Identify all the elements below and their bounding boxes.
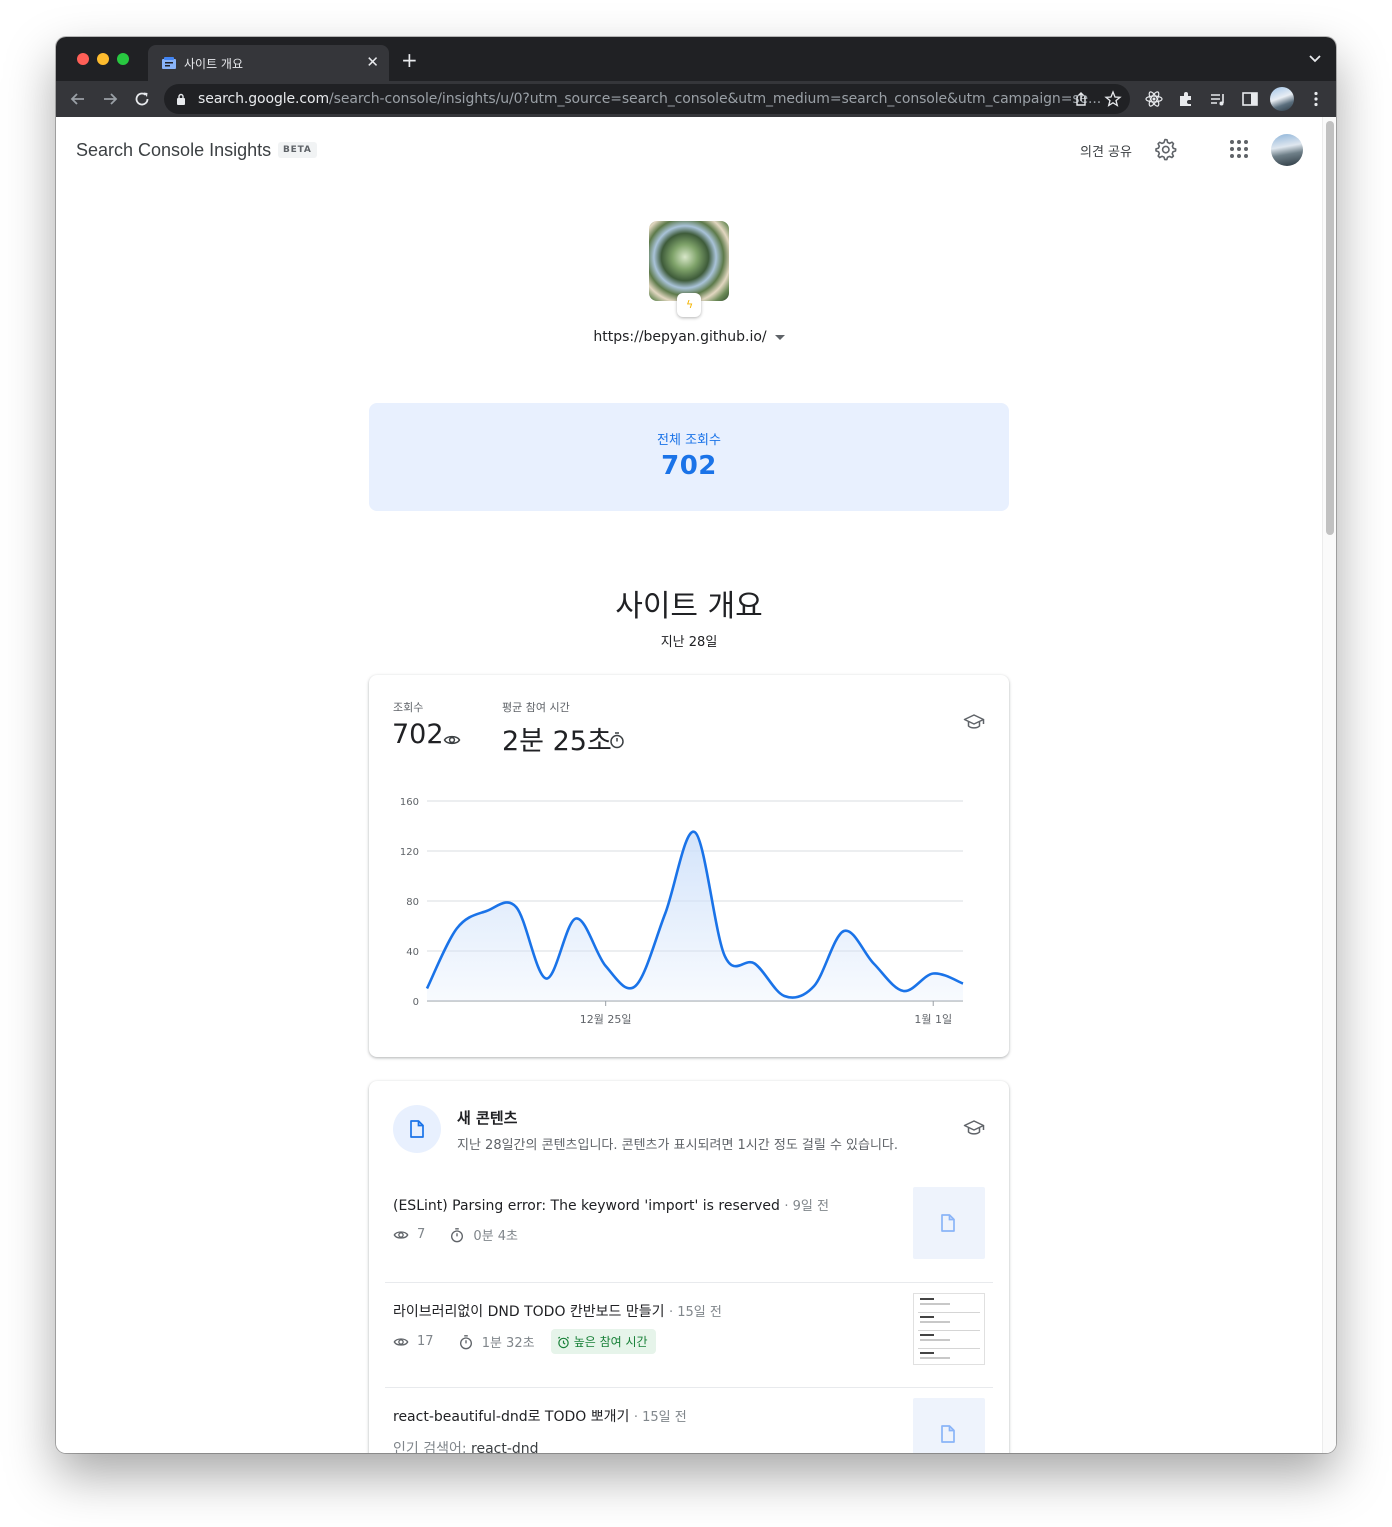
lightning-icon: ϟ — [686, 298, 694, 311]
high-engagement-badge: 높은 참여 시간 — [550, 1329, 656, 1354]
content-item[interactable]: (ESLint) Parsing error: The keyword 'imp… — [385, 1177, 993, 1282]
eye-icon — [393, 1230, 409, 1239]
url-text[interactable]: search.google.com/search-console/insight… — [198, 91, 1101, 107]
tab-search-chevron-icon[interactable] — [1308, 53, 1322, 63]
y-tick-label: 80 — [406, 897, 419, 908]
close-tab-icon[interactable]: ✕ — [366, 53, 379, 71]
document-icon — [941, 1425, 955, 1443]
total-views-value: 702 — [661, 451, 717, 481]
react-devtools-extension-icon[interactable] — [1144, 89, 1164, 109]
content-thumbnail-placeholder[interactable] — [913, 1398, 985, 1453]
tab-title: 사이트 개요 — [184, 57, 244, 71]
dropdown-arrow-icon[interactable] — [774, 334, 785, 340]
engagement-time: 0분 4초 — [473, 1229, 519, 1244]
browser-menu-icon[interactable] — [1306, 89, 1326, 109]
document-icon — [941, 1214, 955, 1232]
alarm-clock-icon — [557, 1336, 569, 1349]
gear-icon[interactable] — [1153, 137, 1177, 161]
x-tick-label: 12월 25일 — [580, 1012, 632, 1026]
minimize-window-button[interactable] — [97, 53, 109, 65]
scrollbar-thumb[interactable] — [1326, 121, 1334, 535]
bookmark-star-icon[interactable] — [1104, 90, 1122, 108]
tab-strip: 사이트 개요 ✕ + — [56, 37, 1336, 81]
views-count: 7 — [417, 1227, 426, 1242]
forward-arrow-icon[interactable] — [99, 88, 121, 110]
timer-icon — [459, 1334, 472, 1349]
content-item-stats: 7 0분 4초 — [393, 1225, 538, 1247]
overview-card: 조회수 702 평균 참여 시간 2분 25초 160 120 80 40 0 12월 2… — [369, 675, 1009, 1057]
maximize-window-button[interactable] — [117, 53, 129, 65]
browser-tab[interactable]: 사이트 개요 ✕ — [148, 45, 389, 81]
profile-avatar[interactable] — [1270, 87, 1294, 111]
site-selector[interactable]: https://bepyan.github.io/ — [56, 329, 1322, 345]
site-thumbnail — [649, 221, 729, 301]
feedback-button[interactable]: 의견 공유 — [1080, 141, 1132, 160]
content-item[interactable]: 라이브러리없이 DND TODO 칸반보드 만들기 · 15일 전 17 1분 … — [385, 1282, 993, 1387]
side-panel-icon[interactable] — [1240, 89, 1260, 109]
content-item[interactable]: react-beautiful-dnd로 TODO 뽀개기 · 15일 전 인기… — [385, 1387, 993, 1453]
close-window-button[interactable] — [77, 53, 89, 65]
browser-toolbar: search.google.com/search-console/insight… — [56, 81, 1336, 117]
account-avatar[interactable] — [1271, 134, 1303, 166]
reload-icon[interactable] — [131, 88, 153, 110]
content-item-title[interactable]: (ESLint) Parsing error: The keyword 'imp… — [393, 1195, 829, 1214]
new-content-title: 새 콘텐츠 — [457, 1109, 518, 1127]
document-icon — [410, 1120, 424, 1138]
engagement-time: 1분 32초 — [481, 1336, 535, 1351]
address-bar[interactable]: search.google.com/search-console/insight… — [164, 84, 1130, 114]
extensions-puzzle-icon[interactable] — [1176, 89, 1196, 109]
lock-icon[interactable] — [176, 93, 186, 105]
new-content-description: 지난 28일간의 콘텐츠입니다. 콘텐츠가 표시되려면 1시간 정도 걸릴 수 … — [457, 1138, 899, 1153]
content-item-title[interactable]: react-beautiful-dnd로 TODO 뽀개기 · 15일 전 — [393, 1406, 687, 1426]
content-section-icon — [393, 1105, 441, 1153]
views-chart: 160 120 80 40 0 12월 25일 1월 1일 — [400, 797, 964, 1026]
y-tick-label: 120 — [400, 847, 419, 858]
browser-window: 사이트 개요 ✕ + search.google.com/search-cons… — [56, 37, 1336, 1453]
views-count: 17 — [417, 1334, 434, 1349]
media-controls-icon[interactable] — [1208, 89, 1228, 109]
search-console-favicon-icon — [162, 57, 176, 69]
apps-grid-icon[interactable] — [1227, 137, 1251, 161]
share-icon[interactable] — [1072, 90, 1090, 108]
new-content-card: 새 콘텐츠 지난 28일간의 콘텐츠입니다. 콘텐츠가 표시되려면 1시간 정도… — [369, 1081, 1009, 1453]
page-scrollbar[interactable] — [1322, 117, 1336, 1453]
total-views-label: 전체 조회수 — [657, 433, 721, 448]
content-thumbnail-screenshot[interactable] — [913, 1293, 985, 1365]
beta-badge: BETA — [278, 142, 317, 158]
top-search-query: 인기 검색어: react-dnd — [393, 1441, 539, 1453]
y-tick-label: 40 — [406, 947, 419, 958]
content-thumbnail-placeholder[interactable] — [913, 1187, 985, 1259]
overview-title: 사이트 개요 — [615, 589, 763, 624]
app-title[interactable]: Search Console Insights — [76, 140, 271, 161]
content-item-title[interactable]: 라이브러리없이 DND TODO 칸반보드 만들기 · 15일 전 — [393, 1301, 722, 1321]
y-tick-label: 160 — [400, 797, 419, 808]
learn-mortarboard-icon[interactable] — [963, 1119, 985, 1137]
content-item-stats: 17 1분 32초 높은 참여 시간 — [393, 1329, 656, 1354]
total-views-banner: 전체 조회수 702 — [369, 403, 1009, 511]
page-content: Search Console Insights BETA 의견 공유 ϟ htt… — [56, 117, 1336, 1453]
y-tick-label: 0 — [413, 997, 419, 1008]
eye-icon — [393, 1337, 409, 1346]
views-area-fill — [427, 831, 963, 1001]
x-tick-label: 1월 1일 — [914, 1012, 952, 1026]
back-arrow-icon[interactable] — [67, 88, 89, 110]
overview-period: 지난 28일 — [660, 635, 718, 650]
timer-icon — [451, 1227, 464, 1242]
new-tab-button[interactable]: + — [401, 50, 418, 70]
site-favicon-badge: ϟ — [677, 293, 701, 317]
